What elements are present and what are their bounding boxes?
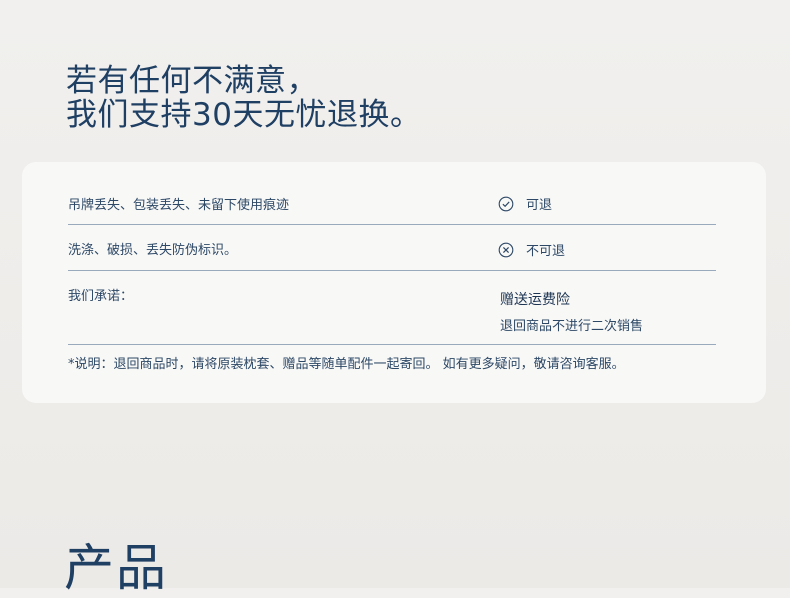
policy-row-promise: 我们承诺： 赠送运费险 退回商品不进行二次销售: [68, 271, 716, 345]
return-policy-card: 吊牌丢失、包装丢失、未留下使用痕迹 可退 洗涤、破损、丢失防伪标识。 不可退 我…: [22, 162, 766, 403]
headline-line-2: 我们支持30天无忧退换。: [66, 97, 422, 133]
promise-title: 赠送运费险: [500, 292, 570, 308]
status-text-not-returnable: 不可退: [526, 244, 566, 259]
policy-note: *说明：退回商品时，请将原装枕套、赠品等随单配件一起寄回。 如有更多疑问，敬请咨…: [68, 357, 625, 372]
promise-subtitle: 退回商品不进行二次销售: [500, 319, 644, 334]
headline: 若有任何不满意， 我们支持30天无忧退换。: [66, 64, 421, 132]
section-title: 产品: [64, 539, 168, 597]
policy-row-not-returnable: 洗涤、破损、丢失防伪标识。 不可退: [68, 225, 716, 271]
policy-row-label: 洗涤、破损、丢失防伪标识。: [68, 243, 238, 258]
promise-block: 赠送运费险 退回商品不进行二次销售: [500, 289, 643, 334]
policy-row-status: 可退: [498, 194, 552, 213]
policy-row-returnable: 吊牌丢失、包装丢失、未留下使用痕迹 可退: [68, 182, 716, 225]
policy-row-label: 吊牌丢失、包装丢失、未留下使用痕迹: [68, 198, 290, 213]
status-text-returnable: 可退: [526, 198, 553, 213]
policy-row-status: 不可退: [498, 240, 565, 259]
x-circle-icon: [498, 242, 514, 257]
headline-line-1: 若有任何不满意，: [66, 63, 318, 99]
check-circle-icon: [498, 196, 514, 211]
promise-label: 我们承诺：: [68, 289, 134, 304]
